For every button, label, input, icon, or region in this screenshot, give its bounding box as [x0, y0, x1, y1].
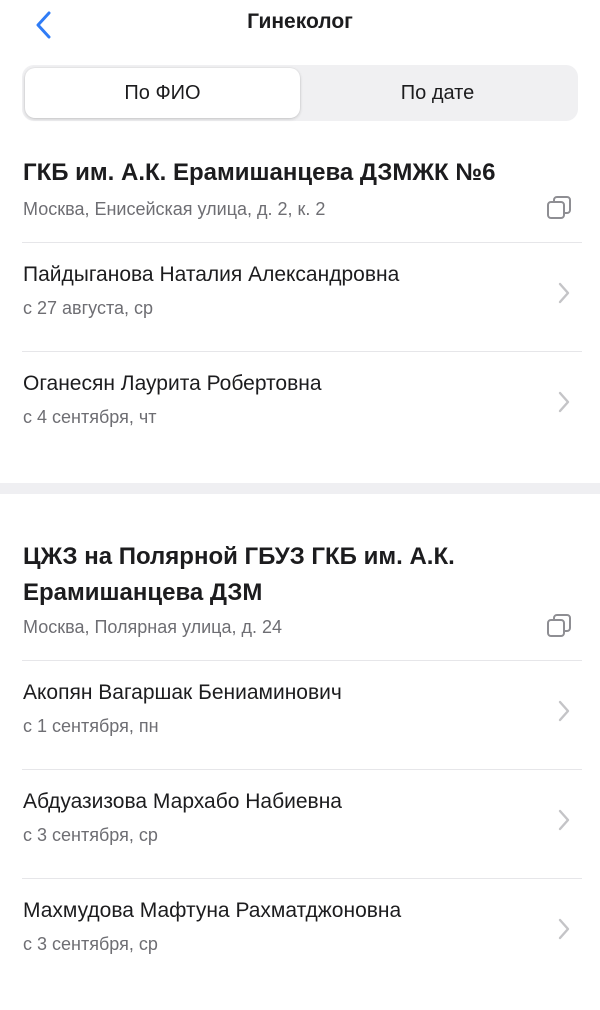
chevron-right-icon	[558, 918, 570, 940]
copy-icon[interactable]	[546, 613, 572, 639]
sort-segmented-control: По ФИО По дате	[22, 65, 578, 121]
sort-by-date-tab[interactable]: По дате	[300, 68, 575, 118]
doctor-row[interactable]: Пайдыганова Наталия Александровна с 27 а…	[0, 243, 600, 351]
sort-by-name-tab[interactable]: По ФИО	[25, 68, 300, 118]
doctor-availability: с 3 сентября, ср	[23, 934, 158, 954]
doctor-availability: с 3 сентября, ср	[23, 825, 158, 845]
doctor-name: Акопян Вагаршак Бениаминович	[23, 681, 342, 704]
chevron-right-icon	[558, 809, 570, 831]
clinic-name: ГКБ им. А.К. Ерамишанцева ДЗМЖК №6	[23, 159, 496, 186]
doctor-availability: с 4 сентября, чт	[23, 407, 157, 427]
clinic-name: ЦЖЗ на Полярной ГБУЗ ГКБ им. А.К. Ерамиш…	[23, 543, 455, 606]
page-title: Гинеколог	[247, 10, 353, 33]
chevron-right-icon	[558, 282, 570, 304]
doctor-row[interactable]: Оганесян Лаурита Робертовна с 4 сентября…	[0, 352, 600, 460]
chevron-right-icon	[558, 700, 570, 722]
doctor-row[interactable]: Абдуазизова Мархабо Набиевна с 3 сентябр…	[0, 770, 600, 878]
nav-bar: Гинеколог	[0, 0, 600, 50]
clinic-address: Москва, Енисейская улица, д. 2, к. 2	[23, 199, 326, 219]
section-separator	[0, 483, 600, 494]
doctor-availability: с 1 сентября, пн	[23, 716, 159, 736]
copy-icon[interactable]	[546, 195, 572, 221]
doctor-row[interactable]: Акопян Вагаршак Бениаминович с 1 сентябр…	[0, 661, 600, 769]
doctor-name: Пайдыганова Наталия Александровна	[23, 263, 400, 286]
doctor-availability: с 27 августа, ср	[23, 298, 154, 318]
clinic-address: Москва, Полярная улица, д. 24	[23, 617, 282, 637]
doctor-name: Оганесян Лаурита Робертовна	[23, 372, 322, 395]
doctor-name: Махмудова Мафтуна Рахматджоновна	[23, 899, 402, 922]
doctor-row[interactable]: Махмудова Мафтуна Рахматджоновна с 3 сен…	[0, 879, 600, 987]
doctor-name: Абдуазизова Мархабо Набиевна	[23, 790, 342, 813]
chevron-right-icon	[558, 391, 570, 413]
